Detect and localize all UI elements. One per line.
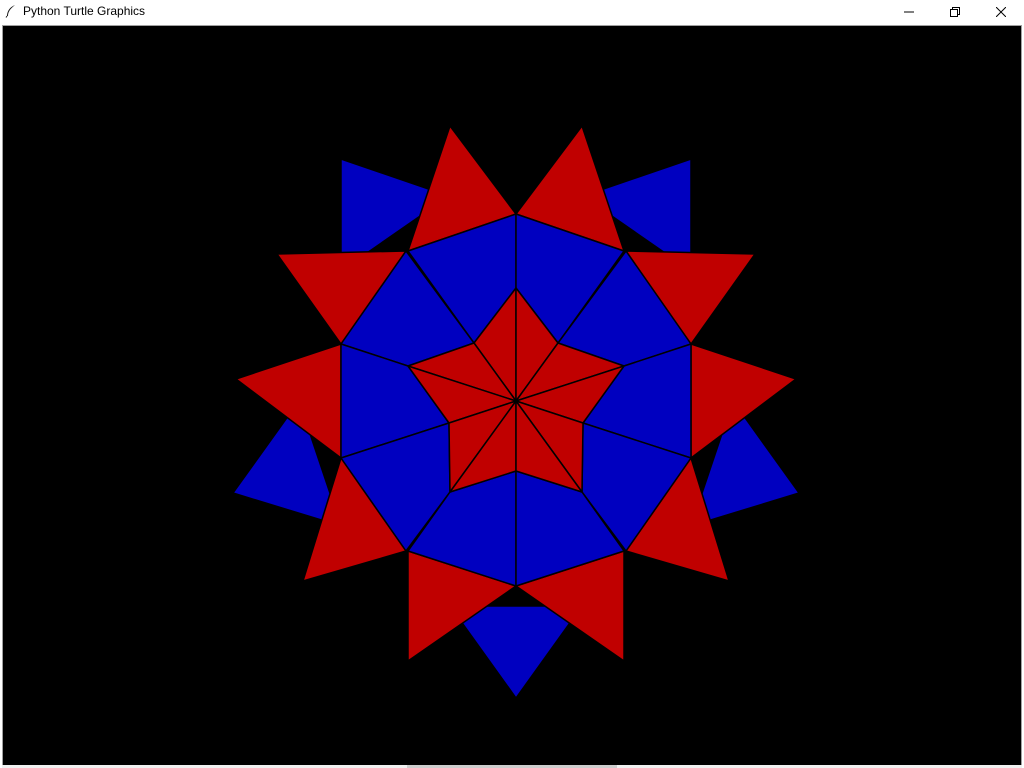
feather-icon xyxy=(4,4,18,18)
close-button[interactable] xyxy=(978,0,1024,23)
blue-tile-4 xyxy=(449,605,583,699)
minimize-button[interactable] xyxy=(886,0,932,23)
restore-button[interactable] xyxy=(932,0,978,23)
restore-icon xyxy=(950,6,960,17)
minimize-icon xyxy=(904,11,914,12)
close-icon xyxy=(996,6,1006,17)
star-mosaic xyxy=(232,125,800,699)
title-bar[interactable]: Python Turtle Graphics xyxy=(0,0,1024,23)
window-title: Python Turtle Graphics xyxy=(23,4,146,18)
turtle-canvas[interactable] xyxy=(2,25,1022,766)
turtle-window: Python Turtle Graphics xyxy=(0,0,1024,768)
